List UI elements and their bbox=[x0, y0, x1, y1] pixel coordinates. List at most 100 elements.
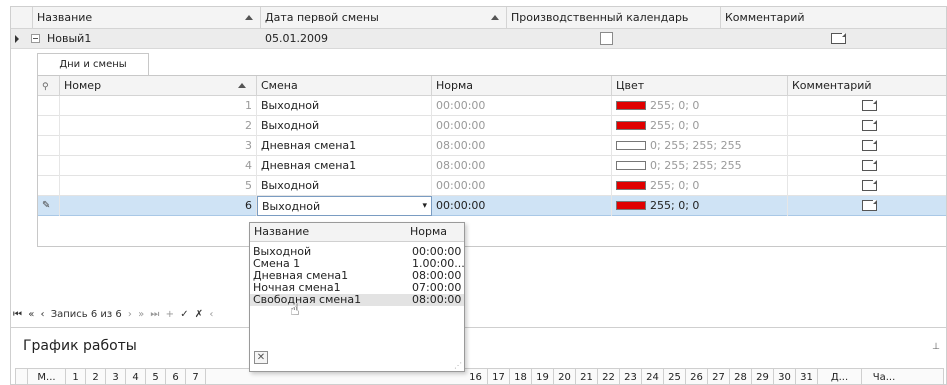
comment-note-icon[interactable] bbox=[862, 160, 877, 171]
insert-record-icon[interactable]: + bbox=[166, 309, 174, 320]
day-header[interactable]: 31 bbox=[796, 369, 818, 384]
comment-note-icon[interactable] bbox=[862, 200, 877, 211]
close-icon[interactable]: ✕ bbox=[254, 351, 268, 364]
table-row[interactable]: 1 Выходной 00:00:00 255; 0; 0 bbox=[38, 96, 946, 116]
day-header[interactable]: 26 bbox=[686, 369, 708, 384]
cancel-record-icon[interactable]: ✗ bbox=[195, 309, 203, 320]
color-cell[interactable]: 255; 0; 0 bbox=[612, 176, 788, 196]
dropdown-item-hovered[interactable]: Свободная смена1 08:00:00 bbox=[250, 294, 464, 306]
day-header[interactable]: Ча... bbox=[862, 369, 906, 384]
pin-icon[interactable]: ⊥ bbox=[932, 342, 940, 352]
norm-cell[interactable]: 00:00:00 bbox=[432, 176, 612, 196]
day-header[interactable]: 4 bbox=[126, 369, 146, 384]
day-header[interactable]: М... bbox=[28, 369, 66, 384]
comment-cell[interactable] bbox=[788, 196, 946, 216]
table-row[interactable]: 2 Выходной 00:00:00 255; 0; 0 bbox=[38, 116, 946, 136]
day-header[interactable]: 3 bbox=[106, 369, 126, 384]
day-header[interactable]: 30 bbox=[774, 369, 796, 384]
first-record-icon[interactable]: ⏮ bbox=[13, 309, 22, 320]
comment-note-icon[interactable] bbox=[862, 140, 877, 151]
norm-cell[interactable]: 00:00:00 bbox=[432, 96, 612, 116]
day-header[interactable]: 28 bbox=[730, 369, 752, 384]
comment-cell[interactable] bbox=[788, 156, 946, 176]
shift-cell[interactable]: Дневная смена1 bbox=[257, 156, 432, 176]
norm-cell[interactable]: 00:00:00 bbox=[432, 196, 612, 216]
comment-note-icon[interactable] bbox=[862, 100, 877, 111]
day-header[interactable]: 18 bbox=[510, 369, 532, 384]
number-cell[interactable]: 3 bbox=[60, 136, 257, 156]
next-record-icon[interactable]: › bbox=[128, 309, 132, 320]
chevron-down-icon[interactable]: ▾ bbox=[422, 197, 427, 216]
norm-cell[interactable]: 00:00:00 bbox=[432, 116, 612, 136]
master-name-cell[interactable]: Новый1 bbox=[43, 29, 253, 49]
day-header[interactable]: 29 bbox=[752, 369, 774, 384]
color-cell[interactable]: 0; 255; 255; 255 bbox=[612, 136, 788, 156]
resize-grip-icon[interactable]: ⋰ bbox=[454, 361, 462, 370]
next-page-icon[interactable]: » bbox=[138, 309, 144, 320]
master-date-cell[interactable]: 05.01.2009 bbox=[261, 29, 501, 49]
number-cell[interactable]: 1 bbox=[60, 96, 257, 116]
norm-cell[interactable]: 08:00:00 bbox=[432, 156, 612, 176]
day-header[interactable]: 6 bbox=[166, 369, 186, 384]
number-cell[interactable]: 2 bbox=[60, 116, 257, 136]
column-calendar-header[interactable]: Производственный календарь bbox=[507, 7, 721, 29]
column-comment-header[interactable]: Комментарий bbox=[721, 7, 946, 29]
color-cell[interactable]: 255; 0; 0 bbox=[612, 96, 788, 116]
color-cell[interactable]: 255; 0; 0 bbox=[612, 116, 788, 136]
table-row[interactable]: 3 Дневная смена1 08:00:00 0; 255; 255; 2… bbox=[38, 136, 946, 156]
day-header[interactable]: 2 bbox=[86, 369, 106, 384]
comment-cell[interactable] bbox=[788, 176, 946, 196]
day-header[interactable]: 16 bbox=[464, 369, 488, 384]
column-comment-header[interactable]: Комментарий bbox=[788, 76, 946, 96]
column-norm-header[interactable]: Норма bbox=[432, 76, 612, 96]
number-cell[interactable]: 5 bbox=[60, 176, 257, 196]
prev-record-icon[interactable]: ‹ bbox=[41, 309, 45, 320]
day-header[interactable]: 27 bbox=[708, 369, 730, 384]
day-header[interactable]: 21 bbox=[576, 369, 598, 384]
day-header[interactable]: 22 bbox=[598, 369, 620, 384]
prev-page-icon[interactable]: « bbox=[28, 309, 34, 320]
day-header[interactable]: 23 bbox=[620, 369, 642, 384]
shift-cell[interactable]: Дневная смена1 bbox=[257, 136, 432, 156]
day-header[interactable]: 25 bbox=[664, 369, 686, 384]
number-cell[interactable]: 6 bbox=[60, 196, 257, 216]
calendar-checkbox[interactable] bbox=[600, 32, 613, 45]
comment-note-icon[interactable] bbox=[862, 120, 877, 131]
collapse-row-icon[interactable] bbox=[31, 34, 40, 43]
day-header[interactable]: 7 bbox=[186, 369, 206, 384]
shift-editor[interactable]: Выходной ▾ bbox=[257, 196, 432, 216]
comment-note-icon[interactable] bbox=[831, 33, 846, 44]
day-header[interactable]: 17 bbox=[488, 369, 510, 384]
shift-cell[interactable]: Выходной bbox=[257, 176, 432, 196]
table-row[interactable]: 5 Выходной 00:00:00 255; 0; 0 bbox=[38, 176, 946, 196]
day-header[interactable]: Д... bbox=[818, 369, 862, 384]
table-row-selected[interactable]: ✎ 6 Выходной ▾ 00:00:00 255; 0; 0 bbox=[38, 196, 946, 216]
comment-cell[interactable] bbox=[788, 96, 946, 116]
day-header[interactable]: 19 bbox=[532, 369, 554, 384]
day-header[interactable]: 1 bbox=[66, 369, 86, 384]
color-cell[interactable]: 255; 0; 0 bbox=[612, 196, 788, 216]
nav-arrows[interactable] bbox=[16, 369, 28, 384]
column-color-header[interactable]: Цвет bbox=[612, 76, 788, 96]
color-cell[interactable]: 0; 255; 255; 255 bbox=[612, 156, 788, 176]
day-header[interactable]: 24 bbox=[642, 369, 664, 384]
table-row[interactable]: 4 Дневная смена1 08:00:00 0; 255; 255; 2… bbox=[38, 156, 946, 176]
save-record-icon[interactable]: ✓ bbox=[180, 309, 188, 320]
day-header[interactable]: 20 bbox=[554, 369, 576, 384]
column-number-header[interactable]: Номер bbox=[60, 76, 257, 96]
norm-cell[interactable]: 08:00:00 bbox=[432, 136, 612, 156]
comment-note-icon[interactable] bbox=[862, 180, 877, 191]
column-name-header[interactable]: Название bbox=[33, 7, 261, 29]
column-first-shift-date-header[interactable]: Дата первой смены bbox=[261, 7, 507, 29]
comment-cell[interactable] bbox=[788, 136, 946, 156]
last-record-icon[interactable]: ⏭ bbox=[150, 309, 159, 320]
comment-cell[interactable] bbox=[788, 116, 946, 136]
column-shift-header[interactable]: Смена bbox=[257, 76, 432, 96]
scroll-left-icon[interactable]: ‹ bbox=[209, 309, 213, 320]
tab-days-and-shifts[interactable]: Дни и смены bbox=[37, 53, 149, 75]
day-header[interactable]: 5 bbox=[146, 369, 166, 384]
filter-indicator-header[interactable]: ⚲ bbox=[38, 76, 60, 96]
master-row[interactable]: Новый1 05.01.2009 bbox=[11, 29, 946, 49]
shift-cell[interactable]: Выходной bbox=[257, 116, 432, 136]
number-cell[interactable]: 4 bbox=[60, 156, 257, 176]
